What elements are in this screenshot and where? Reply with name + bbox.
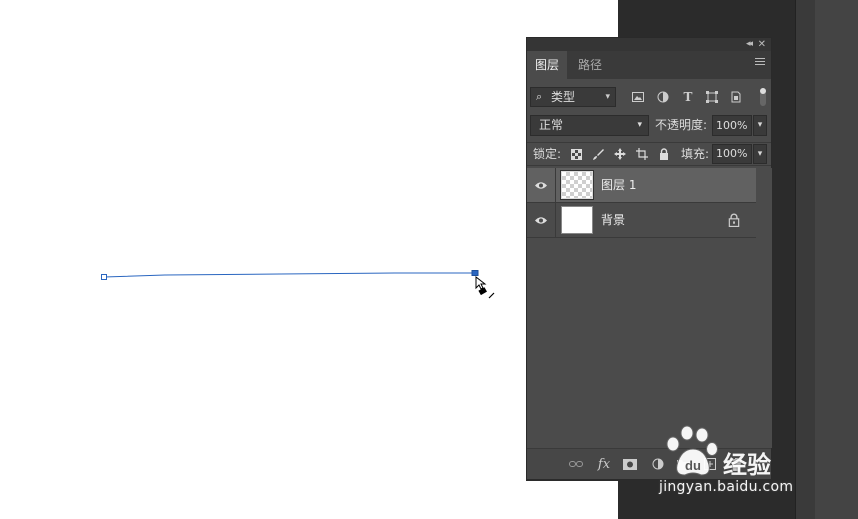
- layer-thumbnail[interactable]: [561, 206, 593, 234]
- layers-panel: ◂◂ ✕ 图层 路径 ⌕ 类型 ▾ T 正常 ▾ 不透明度: 100% ▾ 锁定…: [526, 37, 772, 479]
- anchor-point-end[interactable]: [471, 270, 479, 276]
- lock-label: 锁定:: [533, 147, 562, 161]
- smart-object-filter-icon[interactable]: [728, 89, 744, 105]
- svg-text:du: du: [685, 458, 701, 473]
- type-filter-icon[interactable]: T: [680, 89, 696, 105]
- close-icon[interactable]: ✕: [758, 38, 766, 51]
- opacity-input[interactable]: 100%: [712, 115, 752, 136]
- layer-name[interactable]: 图层 1: [601, 168, 636, 203]
- image-filter-icon[interactable]: [630, 89, 646, 105]
- watermark-brand: 经验: [723, 451, 771, 479]
- chevron-down-icon: ▾: [605, 92, 610, 102]
- lock-position-icon[interactable]: [613, 147, 627, 161]
- panel-dock-edge: [815, 0, 858, 519]
- adjustment-filter-icon[interactable]: [655, 89, 671, 105]
- lock-icon[interactable]: [728, 213, 740, 227]
- path-segment[interactable]: [103, 272, 475, 278]
- panel-menu-icon[interactable]: [755, 58, 765, 67]
- lock-row: 锁定: 填充: 100% ▾: [527, 142, 771, 166]
- opacity-label: 不透明度:: [655, 118, 708, 132]
- add-mask-icon[interactable]: [622, 456, 638, 472]
- watermark: du 经验 jingyan.baidu.com: [657, 423, 817, 503]
- search-icon: ⌕: [536, 90, 543, 103]
- eye-icon: [535, 217, 547, 224]
- blend-mode-value: 正常: [539, 118, 564, 132]
- filter-kind-label: 类型: [551, 90, 576, 104]
- blend-mode-select[interactable]: 正常 ▾: [530, 115, 649, 136]
- tab-layers[interactable]: 图层: [527, 51, 568, 79]
- panel-tabbar: 图层 路径: [527, 51, 771, 79]
- watermark-url: jingyan.baidu.com: [659, 479, 794, 495]
- panel-titlebar[interactable]: ◂◂ ✕: [527, 38, 771, 51]
- layer-style-fx-icon[interactable]: fx: [596, 456, 612, 472]
- layer-row-layer-1[interactable]: 图层 1: [527, 168, 756, 203]
- collapse-icon[interactable]: ◂◂: [746, 38, 753, 51]
- opacity-dropdown-button[interactable]: ▾: [753, 115, 767, 136]
- visibility-toggle[interactable]: [527, 168, 556, 203]
- layer-name[interactable]: 背景: [601, 203, 625, 238]
- layers-scroll-area[interactable]: [756, 168, 772, 448]
- link-layers-icon[interactable]: [568, 456, 584, 472]
- lock-all-icon[interactable]: [657, 147, 671, 161]
- lock-artboard-icon[interactable]: [635, 147, 649, 161]
- pen-cursor-icon: [475, 275, 495, 299]
- fill-dropdown-button[interactable]: ▾: [753, 144, 767, 164]
- chevron-down-icon: ▾: [637, 120, 642, 130]
- anchor-point-start[interactable]: [101, 274, 107, 280]
- lock-transparent-pixels-icon[interactable]: [569, 147, 583, 161]
- lock-image-pixels-icon[interactable]: [591, 147, 605, 161]
- eye-icon: [535, 182, 547, 189]
- shape-filter-icon[interactable]: [704, 89, 720, 105]
- layer-thumbnail[interactable]: [560, 170, 594, 200]
- fill-input[interactable]: 100%: [712, 144, 752, 164]
- tab-paths[interactable]: 路径: [570, 51, 610, 79]
- filter-kind-select[interactable]: ⌕ 类型 ▾: [530, 87, 616, 107]
- visibility-toggle[interactable]: [527, 203, 556, 238]
- paw-logo-icon: du: [666, 425, 718, 476]
- fill-label: 填充:: [681, 147, 710, 161]
- layer-row-background[interactable]: 背景: [527, 203, 756, 238]
- blend-row: 正常 ▾ 不透明度: 100% ▾: [527, 115, 771, 139]
- filter-toggle-switch[interactable]: [760, 88, 766, 106]
- filter-row: ⌕ 类型 ▾ T: [527, 86, 771, 110]
